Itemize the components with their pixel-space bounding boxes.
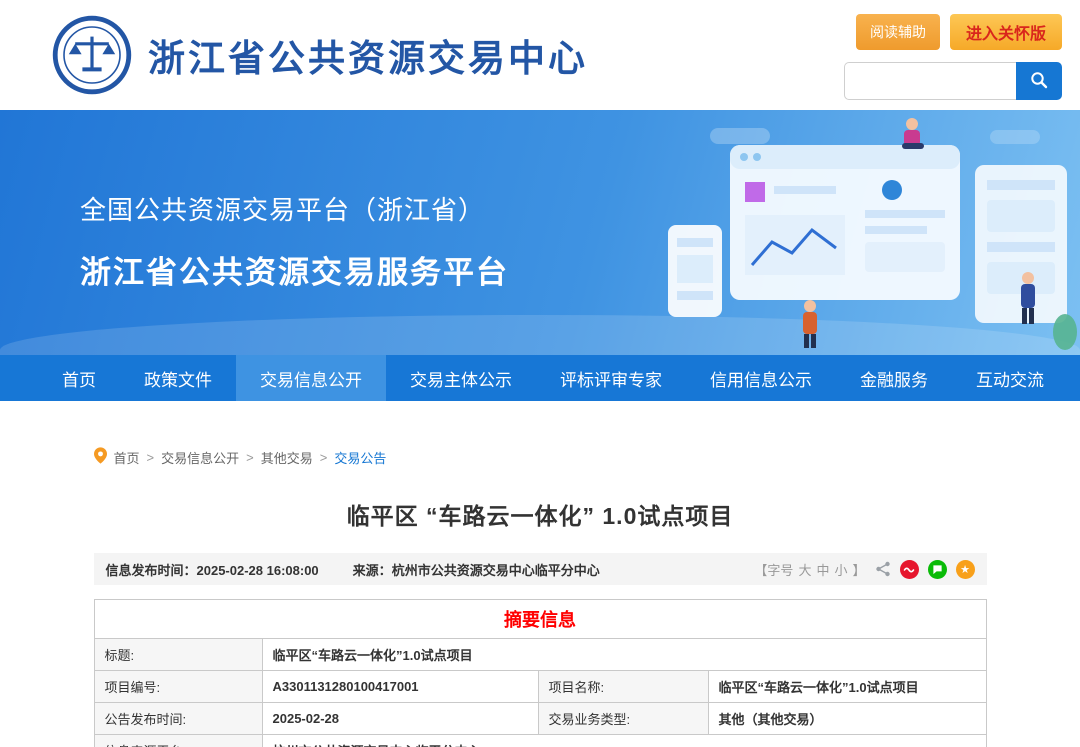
share-icon[interactable] [875,561,891,577]
location-pin-icon [94,447,107,467]
field-label-business-type: 交易业务类型: [538,703,708,735]
summary-table: 摘要信息 标题: 临平区“车路云一体化”1.0试点项目 项目编号: A33011… [94,599,987,747]
reading-aid-button[interactable]: 阅读辅助 [856,14,940,50]
wechat-share-icon[interactable] [928,560,947,579]
field-value-project-number: A3301131280100417001 [262,671,538,703]
article-meta-bar: 信息发布时间：2025-02-28 16:08:00 来源：杭州市公共资源交易中… [94,553,987,585]
font-size-large[interactable]: 大 [798,560,811,579]
nav-item-home[interactable]: 首页 [38,355,120,401]
table-row: 摘要信息 [94,600,986,639]
favorite-share-icon[interactable]: ★ [956,560,975,579]
hero-title: 浙江省公共资源交易服务平台 [80,247,509,292]
breadcrumb: 首页 > 交易信息公开 > 其他交易 > 交易公告 [94,447,987,467]
field-label-project-number: 项目编号: [94,671,262,703]
summary-table-title: 摘要信息 [94,600,986,639]
nav-item-trade-subjects[interactable]: 交易主体公示 [386,355,536,401]
site-title: 浙江省公共资源交易中心 [148,28,588,82]
font-size-medium[interactable]: 中 [816,560,829,579]
hero-subtitle: 全国公共资源交易平台（浙江省） [80,190,509,227]
breadcrumb-home[interactable]: 首页 [114,448,140,467]
nav-item-financial-services[interactable]: 金融服务 [836,355,952,401]
breadcrumb-trade-info[interactable]: 交易信息公开 [161,448,239,467]
site-logo-icon [52,15,132,95]
hero-illustration [560,110,1080,355]
field-value-source-platform: 杭州市公共资源交易中心临平分中心 [262,735,986,747]
nav-item-evaluation-experts[interactable]: 评标评审专家 [536,355,686,401]
article-title: 临平区 “车路云一体化” 1.0试点项目 [94,497,987,531]
weibo-share-icon[interactable] [900,560,919,579]
field-label-source-platform: 信息来源平台: [94,735,262,747]
nav-item-trade-info[interactable]: 交易信息公开 [236,355,386,401]
search-button[interactable] [1016,62,1062,100]
search-input[interactable] [844,62,1016,100]
care-version-button[interactable]: 进入关怀版 [950,14,1062,50]
hero-banner: 全国公共资源交易平台（浙江省） 浙江省公共资源交易服务平台 [0,110,1080,355]
font-size-control: 【字号 大 中 小 】 [754,560,865,579]
breadcrumb-other-trades[interactable]: 其他交易 [261,448,313,467]
field-label-title: 标题: [94,639,262,671]
table-row: 信息来源平台: 杭州市公共资源交易中心临平分中心 [94,735,986,747]
breadcrumb-separator: > [246,450,254,465]
table-row: 公告发布时间: 2025-02-28 交易业务类型: 其他（其他交易） [94,703,986,735]
nav-item-interaction[interactable]: 互动交流 [952,355,1068,401]
breadcrumb-current: 交易公告 [334,448,386,467]
table-row: 标题: 临平区“车路云一体化”1.0试点项目 [94,639,986,671]
field-label-announce-date: 公告发布时间: [94,703,262,735]
nav-item-policy-files[interactable]: 政策文件 [120,355,236,401]
field-value-announce-date: 2025-02-28 [262,703,538,735]
search-icon [1030,71,1048,92]
font-size-small[interactable]: 小 [834,560,847,579]
article-source: 来源：杭州市公共资源交易中心临平分中心 [353,560,600,579]
field-value-project-name: 临平区“车路云一体化”1.0试点项目 [708,671,986,703]
table-row: 项目编号: A3301131280100417001 项目名称: 临平区“车路云… [94,671,986,703]
content-area: 首页 > 交易信息公开 > 其他交易 > 交易公告 临平区 “车路云一体化” 1… [94,447,987,747]
breadcrumb-separator: > [320,450,328,465]
publish-time: 信息发布时间：2025-02-28 16:08:00 [106,560,319,579]
font-size-label-close: 】 [852,560,865,579]
site-header: 浙江省公共资源交易中心 阅读辅助 进入关怀版 [0,0,1080,110]
nav-item-credit-info[interactable]: 信用信息公示 [686,355,836,401]
breadcrumb-separator: > [147,450,155,465]
field-label-project-name: 项目名称: [538,671,708,703]
main-nav: 首页 政策文件 交易信息公开 交易主体公示 评标评审专家 信用信息公示 金融服务… [0,355,1080,401]
field-value-title: 临平区“车路云一体化”1.0试点项目 [262,639,986,671]
search-box [844,62,1062,100]
field-value-business-type: 其他（其他交易） [708,703,986,735]
font-size-label: 【字号 [754,560,793,579]
